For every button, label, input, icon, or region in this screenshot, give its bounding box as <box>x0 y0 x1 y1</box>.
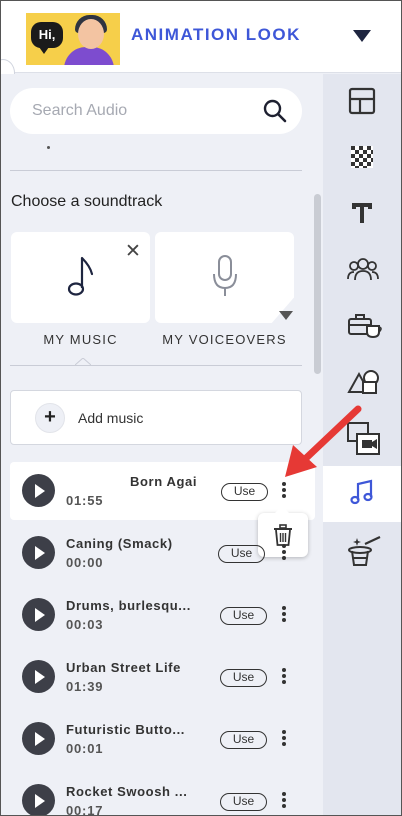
background-pattern-icon <box>351 146 373 168</box>
divider <box>10 365 302 366</box>
plus-icon: + <box>35 403 65 433</box>
scroll-indicator-dot <box>47 146 50 149</box>
play-icon[interactable] <box>22 722 55 755</box>
audio-panel: Search Audio Choose a soundtrack ✕ MY MU… <box>1 74 323 816</box>
use-button[interactable]: Use <box>220 731 267 749</box>
scrollbar[interactable] <box>314 194 321 374</box>
project-title: ANIMATION LOOK <box>131 25 301 44</box>
track-row[interactable]: Futuristic Butto... 00:01 Use <box>10 710 315 768</box>
section-title: Choose a soundtrack <box>11 193 163 210</box>
play-icon[interactable] <box>22 660 55 693</box>
props-icon <box>348 314 382 339</box>
search-input[interactable]: Search Audio <box>32 102 127 120</box>
more-options-icon[interactable] <box>280 482 288 502</box>
play-icon[interactable] <box>22 598 55 631</box>
rail-item-layout[interactable] <box>323 74 401 130</box>
track-duration: 00:00 <box>66 555 104 570</box>
track-name: Drums, burlesqu... <box>66 598 191 613</box>
use-button[interactable]: Use <box>220 607 267 625</box>
project-thumbnail[interactable]: Hi, <box>26 13 120 65</box>
characters-icon <box>347 258 379 281</box>
thumbnail-speech-bubble: Hi, <box>31 22 63 54</box>
more-options-icon[interactable] <box>280 792 288 812</box>
track-row[interactable]: Born Agai 01:55 Use <box>10 462 315 520</box>
search-box[interactable]: Search Audio <box>10 88 302 134</box>
app-window: Hi, ANIMATION LOOK Search Audio Choose a… <box>0 0 402 816</box>
rail-item-props[interactable] <box>323 298 401 354</box>
track-row[interactable]: Rocket Swoosh ... 00:17 Use <box>10 772 315 816</box>
more-options-icon[interactable] <box>280 730 288 750</box>
track-name: Urban Street Life <box>66 660 181 675</box>
layout-icon <box>348 87 376 115</box>
my-voiceovers-label: MY VOICEOVERS <box>162 332 287 347</box>
track-duration: 01:55 <box>66 493 104 508</box>
rail-item-characters[interactable] <box>323 242 401 298</box>
track-name: Caning (Smack) <box>66 536 173 551</box>
my-music-label: MY MUSIC <box>43 332 118 347</box>
music-note-icon <box>67 256 93 296</box>
search-icon[interactable] <box>262 98 288 124</box>
add-music-label: Add music <box>78 410 144 426</box>
header: Hi, ANIMATION LOOK <box>1 1 401 73</box>
my-voiceovers-card[interactable] <box>155 232 294 323</box>
microphone-icon <box>212 255 237 296</box>
track-duration: 01:39 <box>66 679 104 694</box>
rail-item-effects[interactable] <box>323 522 401 578</box>
track-duration: 00:01 <box>66 741 104 756</box>
annotation-arrow-icon <box>285 405 362 477</box>
selection-notch <box>75 358 91 366</box>
add-music-button[interactable]: + Add music <box>10 390 302 445</box>
track-row[interactable]: Drums, burlesqu... 00:03 Use <box>10 586 315 644</box>
music-icon <box>350 479 373 505</box>
track-row[interactable]: Caning (Smack) 00:00 Use <box>10 524 315 582</box>
track-name: Futuristic Butto... <box>66 722 185 737</box>
use-button[interactable]: Use <box>220 669 267 687</box>
close-icon[interactable]: ✕ <box>125 240 141 263</box>
track-duration: 00:17 <box>66 803 104 816</box>
divider <box>10 170 302 171</box>
play-icon[interactable] <box>22 474 55 507</box>
chevron-down-icon[interactable] <box>353 30 371 42</box>
play-icon[interactable] <box>22 536 55 569</box>
rail-item-text[interactable] <box>323 186 401 242</box>
track-name: Rocket Swoosh ... <box>66 784 188 799</box>
more-options-icon[interactable] <box>280 544 288 564</box>
track-row[interactable]: Urban Street Life 01:39 Use <box>10 648 315 706</box>
use-button[interactable]: Use <box>221 483 268 501</box>
thumbnail-character-head <box>78 19 104 49</box>
text-icon <box>352 203 372 223</box>
more-options-icon[interactable] <box>280 606 288 626</box>
thumbnail-character-body <box>64 47 114 65</box>
more-options-icon[interactable] <box>280 668 288 688</box>
magic-hat-icon <box>348 536 381 566</box>
track-duration: 00:03 <box>66 617 104 632</box>
track-name: Born Agai <box>130 474 198 489</box>
use-button[interactable]: Use <box>220 793 267 811</box>
rail-item-background[interactable] <box>323 130 401 186</box>
shapes-icon <box>347 370 379 394</box>
play-icon[interactable] <box>22 784 55 815</box>
voiceover-options-arrow-icon[interactable] <box>279 311 293 320</box>
use-button[interactable]: Use <box>218 545 265 563</box>
